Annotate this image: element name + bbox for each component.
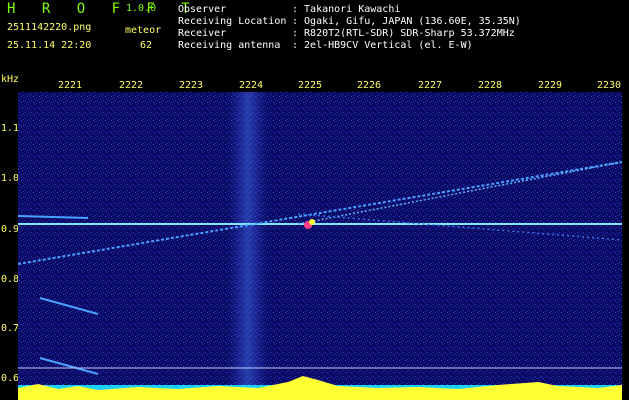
receiver-row: Receiver: R820T2(RTL-SDR) SDR-Sharp 53.3…: [178, 28, 515, 39]
app-title: H R O F F T: [7, 1, 199, 17]
antenna-row: Receiving antenna: 2el-HB9CV Vertical (e…: [178, 40, 473, 51]
y-tick-label: 1.1: [1, 123, 20, 134]
spectrogram: [18, 92, 622, 400]
observer-row: Observer: Takanori Kawachi: [178, 4, 401, 15]
x-tick-label: 2229: [538, 80, 563, 91]
x-tick-label: 2227: [418, 80, 443, 91]
file-datetime: 25.11.14 22:20: [7, 40, 92, 51]
header-panel: H R O F F T 1.0.0 2511142220.png meteor …: [0, 0, 629, 78]
x-tick-label: 2223: [179, 80, 204, 91]
x-tick-label: 2221: [58, 80, 83, 91]
y-tick-label: 0.9: [1, 224, 20, 235]
x-tick-label: 2230: [597, 80, 622, 91]
y-unit-label: kHz: [1, 74, 20, 85]
x-tick-label: 2226: [357, 80, 382, 91]
y-tick-label: 0.7: [1, 323, 20, 334]
y-tick-label: 0.8: [1, 274, 20, 285]
y-tick-label: 1.0: [1, 173, 20, 184]
meteor-count: 62: [140, 40, 153, 51]
location-row: Receiving Location: Ogaki, Gifu, JAPAN (…: [178, 16, 521, 27]
y-tick-label: 0.6: [1, 373, 20, 384]
meteor-label: meteor: [125, 25, 162, 36]
x-tick-label: 2222: [119, 80, 144, 91]
x-tick-label: 2228: [478, 80, 503, 91]
x-tick-label: 2224: [239, 80, 264, 91]
spectrogram-canvas: [18, 92, 622, 400]
station-info: Observer: Takanori Kawachi Receiving Loc…: [178, 4, 521, 52]
app-version: 1.0.0: [126, 3, 157, 14]
x-tick-label: 2225: [298, 80, 323, 91]
file-name: 2511142220.png: [7, 22, 92, 33]
